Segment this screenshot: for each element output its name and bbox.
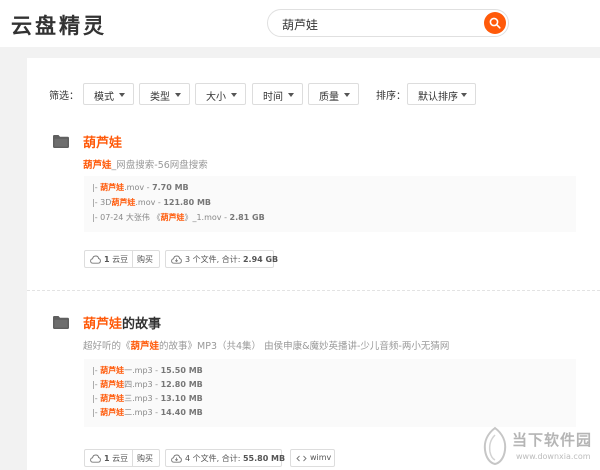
file-count-tag: 3 个文件, 合计: 2.94 GB [165, 250, 278, 268]
buy-button[interactable]: 购买 [137, 453, 153, 464]
file-row[interactable]: |- 葫芦娃一.mp3 - 15.50 MB [92, 365, 203, 376]
points-unit: 云豆 [112, 255, 129, 264]
sort-dropdown[interactable]: 默认排序 [407, 83, 476, 105]
file-count: 4 个文件, 合计: [185, 454, 241, 463]
filter-type-dropdown[interactable]: 类型 [139, 83, 190, 105]
file-count: 3 个文件, 合计: [185, 255, 241, 264]
title-rest: 的故事 [122, 317, 162, 332]
total-size: 55.80 MB [242, 454, 286, 463]
search-input[interactable] [282, 15, 472, 33]
format-label: wimv [310, 453, 332, 462]
filter-quality-dropdown[interactable]: 质量 [308, 83, 359, 105]
file-list: |- 葫芦娃.mov - 7.70 MB |- 3D葫芦娃.mov - 121.… [84, 176, 576, 232]
result-item: 葫芦娃 葫芦娃_网盘搜索-56网盘搜索 |- 葫芦娃.mov - 7.70 MB… [53, 130, 583, 270]
sort-label: 排序： [376, 91, 406, 102]
subtitle-rest: 的故事》MP3（共4集） 由侯申康&魔妙英播讲-少儿音频-两小无猜网 [159, 341, 450, 352]
filter-mode-dropdown[interactable]: 模式 [83, 83, 134, 105]
caret-down-icon [175, 93, 181, 97]
subtitle-highlight: 葫芦娃 [130, 341, 160, 352]
search-button[interactable] [484, 12, 506, 34]
caret-down-icon [119, 93, 125, 97]
top-header: 云盘精灵 [0, 0, 600, 47]
filter-label: 筛选： [49, 91, 79, 102]
watermark: 当下软件园 www.downxia.com [476, 424, 600, 470]
watermark-title: 当下软件园 [512, 431, 593, 449]
file-size: 13.10 MB [160, 394, 203, 403]
sort-value: 默认排序 [418, 92, 458, 103]
points-tag: 1 云豆 购买 [84, 250, 160, 268]
search-icon [489, 17, 501, 29]
site-logo[interactable]: 云盘精灵 [11, 10, 107, 40]
subtitle-rest: _网盘搜索-56网盘搜索 [111, 160, 208, 171]
points-unit: 云豆 [112, 454, 129, 463]
result-meta: 1 云豆 购买 4 个文件, 合计: 55.80 MB wimv [84, 449, 424, 467]
result-subtitle: 超好听的《葫芦娃的故事》MP3（共4集） 由侯申康&魔妙英播讲-少儿音频-两小无… [83, 338, 449, 352]
file-size: 7.70 MB [152, 183, 189, 192]
file-row[interactable]: |- 葫芦娃.mov - 7.70 MB [92, 182, 189, 193]
search-box[interactable] [267, 9, 509, 37]
file-count-tag: 4 个文件, 合计: 55.80 MB [165, 449, 286, 467]
title-highlight: 葫芦娃 [83, 317, 123, 332]
cloud-icon [90, 255, 101, 264]
folder-icon [53, 316, 69, 329]
filter-bar: 筛选： 模式 类型 大小 时间 质量 排序： 默认排序 [49, 83, 589, 105]
cloud-download-icon [171, 255, 182, 264]
points-tag: 1 云豆 购买 [84, 449, 160, 467]
points-value: 1 [104, 454, 110, 463]
caret-down-icon [344, 93, 350, 97]
file-size: 12.80 MB [160, 380, 203, 389]
subtitle-highlight: 葫芦娃 [83, 160, 112, 171]
result-title[interactable]: 葫芦娃 [83, 132, 122, 151]
code-icon [296, 455, 307, 462]
filter-time-dropdown[interactable]: 时间 [252, 83, 303, 105]
subtitle-pre: 超好听的《 [83, 341, 131, 352]
result-title[interactable]: 葫芦娃的故事 [83, 313, 161, 332]
file-size: 14.40 MB [160, 408, 203, 417]
watermark-logo-icon [483, 426, 507, 466]
file-row[interactable]: |- 葫芦娃二.mp3 - 14.40 MB [92, 407, 203, 418]
watermark-url: www.downxia.com [516, 452, 591, 461]
filter-type-label: 类型 [150, 92, 170, 103]
results-card: 筛选： 模式 类型 大小 时间 质量 排序： 默认排序 葫芦娃 葫芦娃_网盘搜索… [27, 58, 600, 470]
filter-quality-label: 质量 [319, 92, 339, 103]
file-row[interactable]: |- 葫芦娃四.mp3 - 12.80 MB [92, 379, 203, 390]
filter-mode-label: 模式 [94, 92, 114, 103]
caret-down-icon [461, 93, 467, 97]
caret-down-icon [231, 93, 237, 97]
filter-size-dropdown[interactable]: 大小 [195, 83, 246, 105]
filter-size-label: 大小 [206, 92, 226, 103]
total-size: 2.94 GB [242, 255, 279, 264]
folder-icon [53, 135, 69, 148]
result-divider [27, 290, 600, 291]
cloud-icon [90, 454, 101, 463]
file-size: 15.50 MB [160, 366, 203, 375]
buy-button[interactable]: 购买 [137, 254, 153, 265]
file-row[interactable]: |- 葫芦娃三.mp3 - 13.10 MB [92, 393, 203, 404]
file-list: |- 葫芦娃一.mp3 - 15.50 MB |- 葫芦娃四.mp3 - 12.… [84, 359, 576, 427]
result-subtitle: 葫芦娃_网盘搜索-56网盘搜索 [83, 157, 208, 171]
caret-down-icon [288, 93, 294, 97]
file-row[interactable]: |- 07-24 大张伟 《葫芦娃》_1.mov - 2.81 GB [92, 212, 265, 223]
result-meta: 1 云豆 购买 3 个文件, 合计: 2.94 GB [84, 250, 384, 268]
file-size: 121.80 MB [163, 198, 212, 207]
format-tag[interactable]: wimv [290, 449, 335, 467]
file-row[interactable]: |- 3D葫芦娃.mov - 121.80 MB [92, 197, 211, 208]
points-value: 1 [104, 255, 110, 264]
title-highlight: 葫芦娃 [83, 136, 123, 151]
filter-time-label: 时间 [263, 92, 283, 103]
cloud-download-icon [171, 454, 182, 463]
file-size: 2.81 GB [229, 213, 265, 222]
